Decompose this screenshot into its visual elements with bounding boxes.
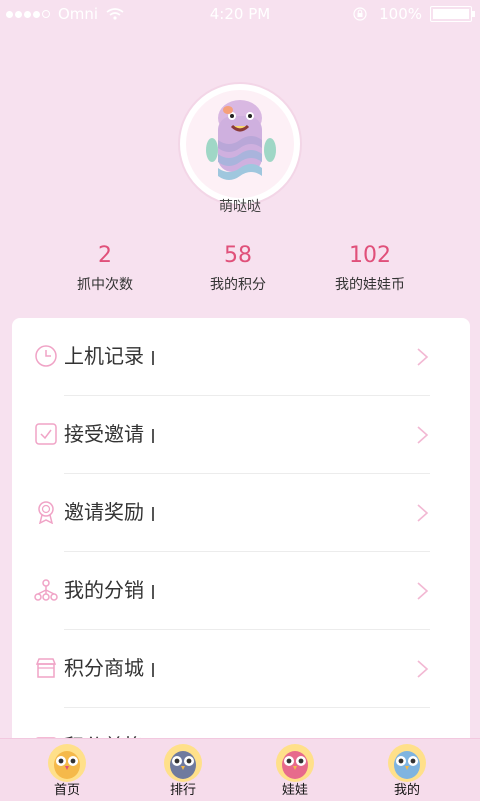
status-bar: Omni 4:20 PM 100% [0,0,480,28]
menu-item-label: 邀请奖励 [64,498,154,526]
menu-card: 上机记录 接受邀请 邀请奖励 我的分销 积分商城 [12,318,470,748]
tab-label: 首页 [53,783,80,798]
avatar-image [186,90,294,198]
menu-item-label: 上机记录 [64,342,154,370]
network-tree-icon [34,579,58,601]
tab-label: 娃娃 [281,783,308,798]
avatar[interactable] [178,82,302,206]
chevron-right-icon [417,582,429,600]
stat-value: 102 [349,243,391,268]
user-nickname: 萌哒哒 [219,199,261,215]
chevron-right-icon [417,504,429,522]
owl-pink-icon [276,744,314,782]
chevron-right-icon [417,348,429,366]
clock-icon [35,345,57,367]
award-medal-icon [38,501,54,524]
battery-percent: 100% [379,5,422,23]
menu-item-play-records[interactable]: 上机记录 [12,318,470,396]
store-icon [35,658,57,678]
bottom-tab-bar: 首页 排行 娃娃 我的 [0,738,480,801]
owl-gray-icon [164,744,202,782]
stat-label: 我的娃娃币 [335,277,405,293]
chevron-right-icon [417,660,429,678]
jellyfish-mascot-icon [206,100,276,180]
stat-coins[interactable]: 102 我的娃娃币 [290,240,450,294]
menu-item-invite-rewards[interactable]: 邀请奖励 [12,474,470,552]
tab-mine[interactable]: 我的 [347,739,467,801]
menu-item-label: 我的分销 [64,576,154,604]
owl-yellow-icon [48,744,86,782]
tab-label: 排行 [169,783,196,798]
tab-home[interactable]: 首页 [7,739,127,801]
user-stats: 2 抓中次数 58 我的积分 102 我的娃娃币 [0,240,480,300]
owl-blue-icon [388,744,426,782]
menu-item-distribution[interactable]: 我的分销 [12,552,470,630]
menu-item-accept-invite[interactable]: 接受邀请 [12,396,470,474]
checkbox-icon [35,423,57,445]
status-right: 100% [353,5,475,23]
tab-dolls[interactable]: 娃娃 [235,739,355,801]
tab-ranking[interactable]: 排行 [123,739,243,801]
menu-item-label: 积分商城 [64,654,154,682]
chevron-right-icon [417,426,429,444]
menu-item-label: 接受邀请 [64,420,154,448]
tab-label: 我的 [393,783,420,798]
rotation-lock-icon [353,7,367,21]
menu-item-points-store[interactable]: 积分商城 [12,630,470,708]
battery-icon [430,6,475,22]
